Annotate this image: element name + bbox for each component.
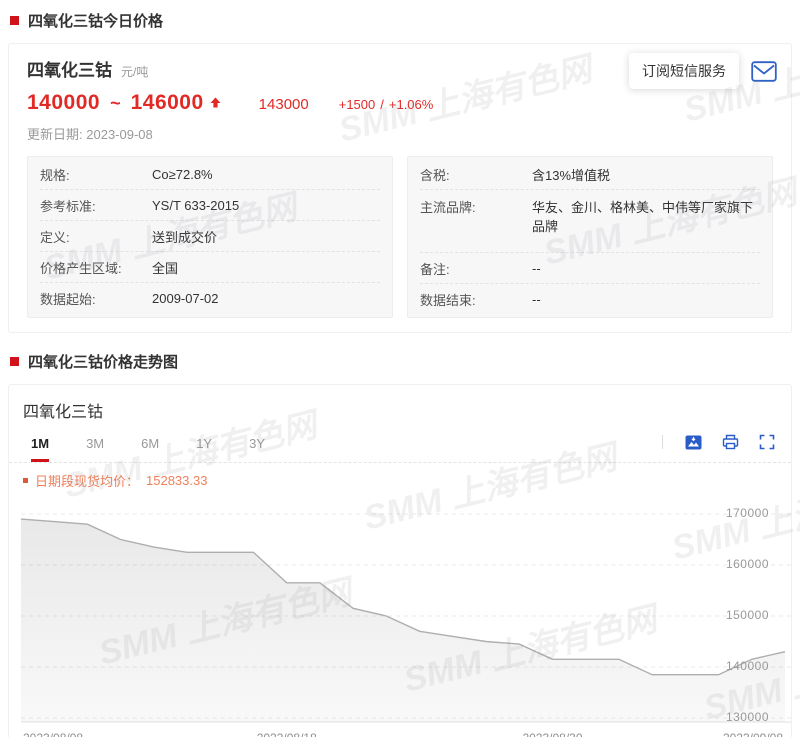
price-unit: 元/吨 bbox=[121, 63, 148, 80]
price-up-arrow-icon bbox=[210, 95, 221, 113]
commodity-title: 四氧化三钴 bbox=[27, 56, 112, 81]
price-average: 143000 bbox=[259, 96, 309, 113]
spec-row: 备注:-- bbox=[420, 253, 760, 284]
price-card: 四氧化三钴 元/吨 订阅短信服务 140000 ~ 146000 143000 … bbox=[8, 43, 792, 333]
x-axis-label: 2023/08/30 bbox=[522, 731, 582, 737]
spec-row: 价格产生区域:全国 bbox=[40, 252, 380, 283]
spec-row: 主流品牌:华友、金川、格林美、中伟等厂家旗下品牌 bbox=[420, 190, 760, 253]
price-tilde: ~ bbox=[110, 93, 121, 114]
legend-bullet-icon bbox=[23, 478, 28, 483]
y-axis-label: 130000 bbox=[726, 710, 769, 724]
spec-value: 含13%增值税 bbox=[532, 165, 610, 184]
spec-value: -- bbox=[532, 292, 541, 307]
tab-1m[interactable]: 1M bbox=[31, 426, 49, 462]
print-icon[interactable] bbox=[722, 434, 739, 450]
trend-section-header: 四氧化三钴价格走势图 bbox=[10, 351, 790, 372]
x-axis-label: 2023/09/08 bbox=[723, 731, 783, 737]
mail-icon[interactable] bbox=[751, 61, 777, 82]
price-change: +1500/+1.06% bbox=[339, 97, 434, 112]
trend-chart-svg bbox=[9, 497, 791, 727]
spec-value: Co≥72.8% bbox=[152, 167, 213, 182]
y-axis-label: 170000 bbox=[726, 506, 769, 520]
legend-value: 152833.33 bbox=[146, 473, 207, 488]
trend-chart-title: 四氧化三钴价格走势图 bbox=[28, 351, 178, 372]
spec-label: 数据起始: bbox=[40, 289, 152, 308]
spec-value: YS/T 633-2015 bbox=[152, 198, 239, 213]
spec-label: 备注: bbox=[420, 259, 532, 278]
spec-value: 送到成交价 bbox=[152, 227, 217, 246]
chart-legend: 日期段现货均价： 152833.33 bbox=[9, 463, 791, 493]
section-bullet-icon bbox=[10, 357, 19, 366]
tab-1y[interactable]: 1Y bbox=[196, 426, 212, 462]
y-axis-label: 140000 bbox=[726, 659, 769, 673]
price-high: 146000 bbox=[131, 91, 204, 115]
spec-row: 参考标准:YS/T 633-2015 bbox=[40, 190, 380, 221]
spec-row: 规格:Co≥72.8% bbox=[40, 159, 380, 190]
y-axis-label: 160000 bbox=[726, 557, 769, 571]
tab-3y[interactable]: 3Y bbox=[249, 426, 265, 462]
spec-row: 数据结束:-- bbox=[420, 284, 760, 315]
tab-6m[interactable]: 6M bbox=[141, 426, 159, 462]
today-price-section-header: 四氧化三钴今日价格 bbox=[10, 10, 790, 31]
spec-value: 华友、金川、格林美、中伟等厂家旗下品牌 bbox=[532, 197, 760, 235]
spec-row: 数据起始:2009-07-02 bbox=[40, 283, 380, 314]
update-date-row: 更新日期: 2023-09-08 bbox=[27, 124, 773, 143]
range-tab-bar: 1M 3M 6M 1Y 3Y bbox=[9, 425, 791, 463]
tools-divider bbox=[662, 435, 663, 449]
legend-label: 日期段现货均价： bbox=[35, 471, 139, 490]
spec-label: 规格: bbox=[40, 165, 152, 184]
tab-3m[interactable]: 3M bbox=[86, 426, 104, 462]
chart-card: 四氧化三钴 1M 3M 6M 1Y 3Y bbox=[8, 384, 792, 737]
chart-commodity-title: 四氧化三钴 bbox=[9, 385, 791, 425]
y-axis-label: 150000 bbox=[726, 608, 769, 622]
spec-label: 含税: bbox=[420, 165, 532, 184]
spec-label: 参考标准: bbox=[40, 196, 152, 215]
spec-label: 主流品牌: bbox=[420, 197, 532, 216]
specs-left: 规格:Co≥72.8%参考标准:YS/T 633-2015定义:送到成交价价格产… bbox=[27, 156, 393, 318]
price-low: 140000 bbox=[27, 91, 100, 115]
fullscreen-icon[interactable] bbox=[759, 434, 775, 450]
spec-value: -- bbox=[532, 261, 541, 276]
today-price-title: 四氧化三钴今日价格 bbox=[28, 10, 163, 31]
section-bullet-icon bbox=[10, 16, 19, 25]
subscribe-sms-button[interactable]: 订阅短信服务 bbox=[629, 53, 739, 89]
x-axis-labels: 2023/08/08 2023/08/18 2023/08/30 2023/09/08 bbox=[9, 727, 791, 737]
spec-value: 全国 bbox=[152, 258, 178, 277]
price-trend-chart[interactable]: 130000 140000 150000 160000 170000 bbox=[9, 497, 791, 727]
specs-right: 含税:含13%增值税主流品牌:华友、金川、格林美、中伟等厂家旗下品牌备注:--数… bbox=[407, 156, 773, 318]
spec-label: 数据结束: bbox=[420, 290, 532, 309]
x-axis-label: 2023/08/08 bbox=[23, 731, 83, 737]
save-image-icon[interactable] bbox=[685, 435, 702, 450]
spec-row: 定义:送到成交价 bbox=[40, 221, 380, 252]
spec-row: 含税:含13%增值税 bbox=[420, 159, 760, 190]
x-axis-label: 2023/08/18 bbox=[257, 731, 317, 737]
tab-bar-tabs: 1M 3M 6M 1Y 3Y bbox=[31, 426, 265, 462]
spec-label: 定义: bbox=[40, 227, 152, 246]
spec-value: 2009-07-02 bbox=[152, 291, 219, 306]
spec-label: 价格产生区域: bbox=[40, 258, 152, 277]
update-date: 2023-09-08 bbox=[86, 127, 153, 142]
